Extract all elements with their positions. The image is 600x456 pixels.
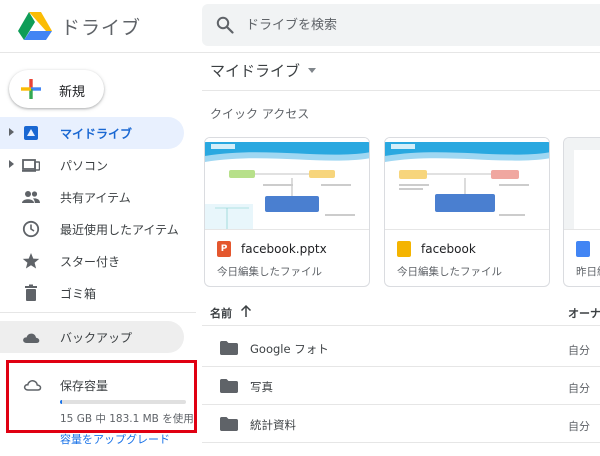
sidebar-item-shared[interactable]: 共有アイテム	[0, 181, 184, 213]
trash-icon	[25, 284, 37, 301]
google-slides-icon	[397, 241, 411, 257]
card-subtitle: 昨日編	[576, 266, 600, 278]
folder-icon	[220, 341, 238, 355]
file-thumbnail	[564, 138, 600, 230]
file-name: Google フォト	[250, 342, 329, 356]
expand-arrow-icon[interactable]	[9, 128, 14, 136]
name-column-header[interactable]: 名前	[210, 305, 232, 321]
quick-access-title: クイック アクセス	[210, 107, 310, 121]
search-input[interactable]	[246, 4, 586, 46]
main-divider	[202, 90, 600, 91]
upgrade-storage-link[interactable]: 容量をアップグレード	[60, 433, 170, 447]
slides-file-icon: P	[217, 241, 231, 257]
card-file-name: facebook.pptx	[241, 242, 327, 256]
new-button[interactable]: 新規	[9, 70, 104, 108]
computer-icon	[22, 159, 40, 172]
search-bar[interactable]	[202, 4, 600, 46]
my-drive-dropdown[interactable]: マイドライブ	[210, 60, 317, 81]
file-owner: 自分	[568, 344, 590, 357]
file-list-header: 名前 オーナー	[202, 298, 600, 326]
quick-access-card[interactable]: 昨日編	[563, 137, 600, 287]
header-divider	[0, 52, 600, 53]
my-drive-icon	[24, 126, 38, 140]
table-row[interactable]: 統計資料 自分	[202, 405, 600, 443]
card-subtitle: 今日編集したファイル	[217, 266, 322, 278]
file-thumbnail	[385, 138, 549, 230]
slide-preview-image	[205, 138, 369, 229]
shared-people-icon	[22, 191, 40, 203]
quick-access-card[interactable]: facebook 今日編集したファイル	[384, 137, 550, 287]
storage-progress-fill	[60, 400, 62, 404]
folder-icon	[220, 379, 238, 393]
card-file-name: facebook	[421, 242, 476, 256]
file-name: 統計資料	[250, 418, 296, 432]
sidebar-item-computers[interactable]: パソコン	[0, 149, 184, 181]
sidebar-item-trash[interactable]: ゴミ箱	[0, 277, 184, 309]
arrow-up-icon[interactable]	[240, 304, 252, 318]
star-icon	[22, 253, 40, 269]
sidebar-item-starred[interactable]: スター付き	[0, 245, 184, 277]
expand-arrow-icon[interactable]	[9, 160, 14, 168]
page-title: マイドライブ	[210, 62, 301, 80]
table-row[interactable]: 写真 自分	[202, 367, 600, 405]
folder-icon	[220, 417, 238, 431]
google-drive-logo-icon	[18, 12, 52, 40]
app-logo-area[interactable]: ドライブ	[0, 0, 200, 50]
sidebar-item-label: ゴミ箱	[60, 287, 97, 301]
storage-panel[interactable]: 保存容量 15 GB 中 183.1 MB を使用	[6, 360, 197, 433]
sidebar-item-label: マイドライブ	[60, 127, 133, 141]
new-button-label: 新規	[59, 85, 86, 100]
clock-icon	[22, 220, 40, 238]
file-owner: 自分	[568, 420, 590, 433]
cloud-icon	[23, 333, 40, 343]
sidebar-item-label: パソコン	[60, 159, 109, 173]
storage-usage-text: 15 GB 中 183.1 MB を使用	[60, 413, 194, 425]
sidebar-item-label: 最近使用したアイテム	[60, 223, 179, 237]
plus-icon	[21, 79, 41, 99]
cloud-outline-icon	[23, 380, 42, 391]
sidebar-item-recent[interactable]: 最近使用したアイテム	[0, 213, 184, 245]
app-title: ドライブ	[61, 17, 142, 39]
sidebar-item-label: 共有アイテム	[60, 191, 131, 205]
sidebar-item-backup[interactable]: バックアップ	[0, 321, 184, 353]
google-docs-icon	[576, 241, 590, 257]
doc-preview-image	[574, 150, 600, 229]
sidebar-item-label: バックアップ	[60, 331, 133, 345]
search-icon[interactable]	[216, 16, 234, 34]
quick-access-card[interactable]: P facebook.pptx 今日編集したファイル	[204, 137, 370, 287]
owner-column-header[interactable]: オーナー	[568, 305, 600, 321]
table-row[interactable]: Google フォト 自分	[202, 329, 600, 367]
card-subtitle: 今日編集したファイル	[397, 266, 502, 278]
storage-title: 保存容量	[60, 379, 109, 393]
file-name: 写真	[250, 380, 273, 394]
sidebar-item-label: スター付き	[60, 255, 121, 269]
sidebar-item-my-drive[interactable]: マイドライブ	[0, 117, 184, 149]
slide-preview-image	[385, 138, 549, 229]
file-type-letter: P	[220, 244, 228, 254]
file-owner: 自分	[568, 382, 590, 395]
caret-down-icon	[308, 68, 317, 73]
storage-progress-bar	[60, 400, 186, 404]
sidebar-divider	[0, 312, 196, 313]
file-thumbnail	[205, 138, 369, 230]
